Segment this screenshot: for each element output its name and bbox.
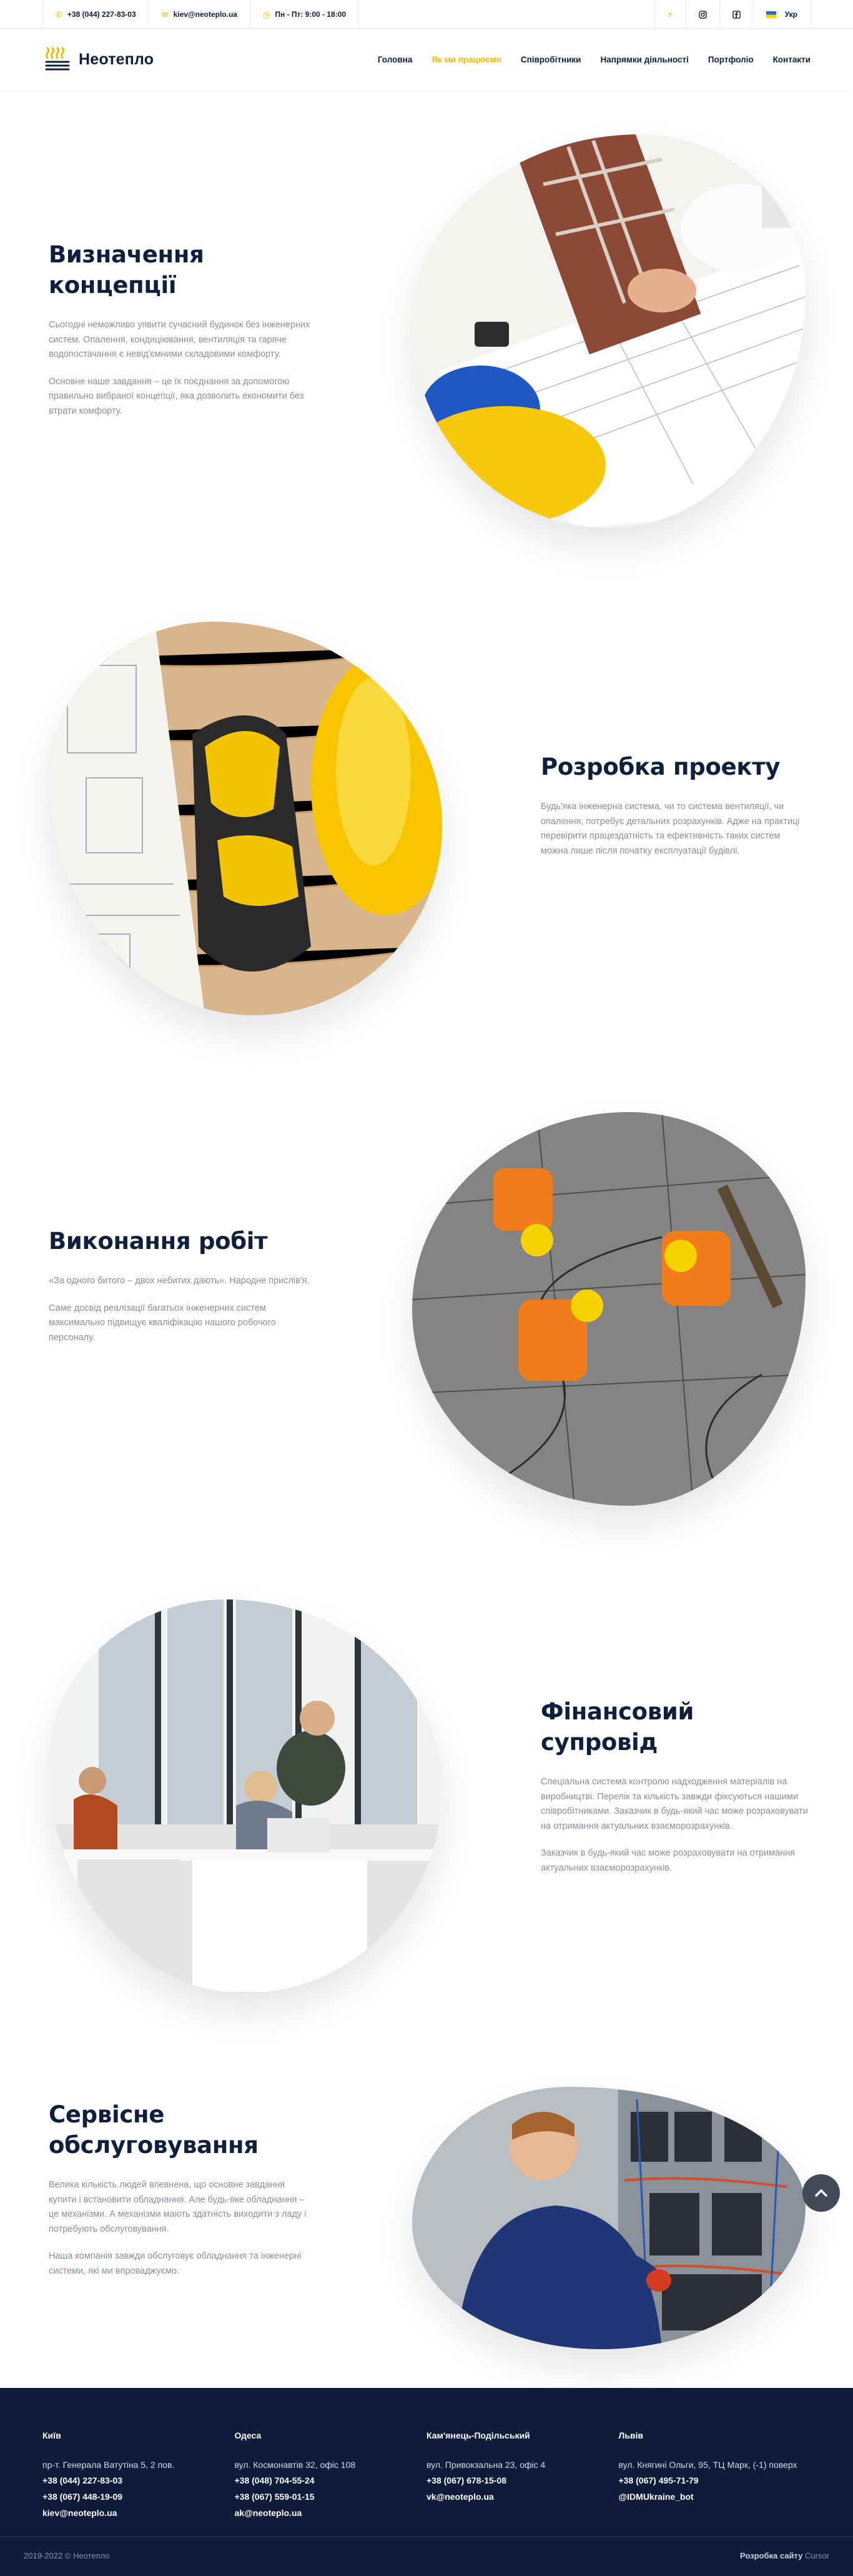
office-telegram[interactable]: @IDMUkraine_bot — [619, 2489, 811, 2505]
office-phone[interactable]: +38 (048) 704-55-24 — [235, 2473, 427, 2489]
office-address: вул. Княгині Ольги, 95, ТЦ Марк, (-1) по… — [618, 2460, 797, 2470]
instagram-icon — [698, 10, 707, 19]
nav-item-directions[interactable]: Напрямки діяльності — [600, 55, 688, 64]
credit-label: Розробка сайту — [739, 2551, 803, 2560]
office-email[interactable]: kiev@neoteplo.ua — [42, 2505, 235, 2522]
section-paragraph: Саме досвід реалізації багатьох інженерн… — [49, 1303, 276, 1343]
works-photo — [412, 1112, 806, 1506]
footer-office-odesa: Одеса вул. Космонавтів 32, офіс 108 +38 … — [235, 2430, 427, 2522]
logo-icon — [45, 47, 70, 71]
office-city: Київ — [42, 2430, 61, 2440]
section-paragraph: Основне наше завдання – це їх поєднання … — [49, 376, 304, 416]
top-bar: ✆ +38 (044) 227-83-03 ✉ kiev@neoteplo.ua… — [0, 0, 853, 29]
main-nav: Головна Як ми працюємо Співробітники Нап… — [378, 55, 811, 64]
section-paragraph: Наша компанія завжди обслуговує обладнан… — [49, 2251, 302, 2276]
concept-photo — [412, 134, 806, 528]
office-email[interactable]: ak@neoteplo.ua — [235, 2505, 427, 2522]
office-phone[interactable]: +38 (067) 495-71-79 — [619, 2473, 811, 2489]
language-label: Укр — [784, 10, 797, 19]
topbar-hours-text: Пн - Пт: 9:00 - 18:00 — [275, 10, 347, 19]
office-address: вул. Привокзальна 23, офіс 4 — [426, 2460, 546, 2470]
office-city: Одеса — [234, 2430, 262, 2440]
clock-icon: ◷ — [262, 9, 270, 19]
nav-item-how-we-work[interactable]: Як ми працюємо — [431, 55, 501, 64]
office-phone[interactable]: +38 (044) 227-83-03 — [42, 2473, 235, 2489]
site-footer: Київ пр-т. Генерала Ватутіна 5, 2 пов. +… — [0, 2388, 853, 2576]
section-title: Розробка проекту — [541, 753, 781, 780]
flash-button[interactable]: ⚡ — [654, 0, 686, 29]
footer-office-lviv: Львів вул. Княгині Ольги, 95, ТЦ Марк, (… — [619, 2430, 811, 2522]
section-paragraph: «За одного битого – двох небитих дають».… — [49, 1276, 310, 1286]
service-photo — [412, 2087, 806, 2349]
nav-item-contacts[interactable]: Контакти — [773, 55, 811, 64]
section-paragraph: Будь'яка інженерна система, чи то систем… — [541, 802, 800, 856]
mail-icon: ✉ — [161, 9, 169, 19]
section-paragraph: Спеціальна система контролю надходження … — [541, 1777, 808, 1831]
scroll-to-top-button[interactable] — [802, 2174, 840, 2212]
copyright: 2019-2022 © Неотепло — [24, 2551, 110, 2560]
nav-item-staff[interactable]: Співробітники — [521, 55, 581, 64]
nav-item-home[interactable]: Головна — [378, 55, 413, 64]
section-paragraph: Велика кількість людей впевнена, що осно… — [49, 2180, 307, 2234]
nav-item-portfolio[interactable]: Портфоліо — [708, 55, 754, 64]
language-switcher[interactable]: Укр — [752, 0, 811, 29]
office-city: Кам'янець-Подільський — [426, 2430, 530, 2440]
instagram-link[interactable] — [685, 0, 719, 29]
office-address: вул. Космонавтів 32, офіс 108 — [234, 2460, 356, 2470]
topbar-email-text: kiev@neoteplo.ua — [173, 10, 237, 19]
section-title: Виконання робіт — [49, 1228, 268, 1255]
ukraine-flag-icon — [766, 11, 776, 18]
office-address: пр-т. Генерала Ватутіна 5, 2 пов. — [42, 2460, 175, 2470]
finance-photo — [49, 1599, 442, 1993]
topbar-hours: ◷ Пн - Пт: 9:00 - 18:00 — [249, 0, 360, 29]
chevron-up-icon — [815, 2189, 827, 2197]
facebook-link[interactable] — [719, 0, 753, 29]
phone-icon: ✆ — [56, 9, 62, 19]
site-header: Неотепло Головна Як ми працюємо Співробі… — [0, 29, 853, 90]
footer-office-kamianets: Кам'янець-Подільський вул. Привокзальна … — [426, 2430, 619, 2522]
office-phone[interactable]: +38 (067) 448-19-09 — [42, 2489, 235, 2505]
office-email[interactable]: vk@neoteplo.ua — [426, 2489, 619, 2505]
flash-icon: ⚡ — [667, 9, 673, 19]
section-paragraph: Сьогодні неможливо уявити сучасний будин… — [49, 320, 310, 360]
section-title: Фінансовий супровід — [541, 1698, 694, 1756]
office-phone[interactable]: +38 (067) 678-15-08 — [426, 2473, 619, 2489]
project-photo — [49, 622, 442, 1015]
logo[interactable]: Неотепло — [42, 44, 154, 74]
footer-office-kyiv: Київ пр-т. Генерала Ватутіна 5, 2 пов. +… — [42, 2430, 235, 2522]
process-sections: Визначення концепції Сьогодні неможливо … — [0, 0, 853, 2388]
developer-credit[interactable]: Розробка сайту Cursor — [740, 2551, 829, 2560]
topbar-phone[interactable]: ✆ +38 (044) 227-83-03 — [42, 0, 149, 29]
section-title: Визначення концепції — [49, 241, 204, 299]
office-phone[interactable]: +38 (067) 559-01-15 — [235, 2489, 427, 2505]
footer-bottom-bar: 2019-2022 © Неотепло Розробка сайту Curs… — [0, 2537, 853, 2560]
section-paragraph: Заказчик в будь-який час може розраховув… — [541, 1848, 796, 1873]
logo-text: Неотепло — [79, 50, 154, 68]
topbar-phone-text: +38 (044) 227-83-03 — [67, 10, 136, 19]
credit-name: Cursor — [804, 2551, 829, 2560]
topbar-email[interactable]: ✉ kiev@neoteplo.ua — [148, 0, 250, 29]
section-title: Сервісне обслуговування — [49, 2101, 259, 2159]
facebook-icon — [732, 10, 741, 19]
office-city: Львів — [618, 2430, 644, 2440]
